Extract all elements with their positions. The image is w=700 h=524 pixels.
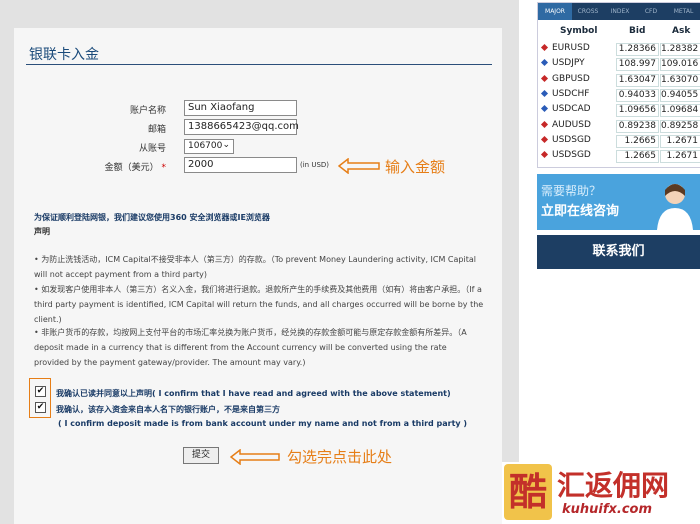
watermark-logo: 酷 汇返佣网 kuhuifx.com: [502, 462, 700, 524]
email-field[interactable]: 1388665423@qq.com: [184, 119, 299, 135]
logo-seal: 酷: [504, 464, 552, 520]
rate-row[interactable]: USDCHF 0.94033 0.94055: [538, 88, 700, 104]
confirm-statement-checkbox[interactable]: ✔: [35, 386, 46, 397]
rate-row[interactable]: AUDUSD 0.89238 0.89258: [538, 119, 700, 135]
forex-rates-widget: MAJOR CROSS INDEX CFD METAL Symbol Bid A…: [537, 2, 700, 168]
rate-symbol: EURUSD: [552, 43, 590, 53]
tab-major[interactable]: MAJOR: [538, 3, 572, 20]
disclaimer-heading: 声明: [34, 227, 50, 236]
help-question: 需要帮助？: [541, 184, 602, 198]
account-name-label: 账户名称: [129, 106, 166, 116]
price-down-icon: [540, 43, 549, 52]
email-label: 邮箱: [147, 125, 166, 135]
rate-ask: 1.28382: [660, 43, 700, 56]
from-account-value: 106700: [188, 141, 223, 151]
confirm-statement-label: 我确认已读并同意以上声明( I confirm that I have read…: [56, 389, 451, 398]
ask-header: Ask: [672, 26, 691, 36]
confirm-own-account-checkbox[interactable]: ✔: [35, 402, 46, 413]
rate-bid: 1.09656: [616, 104, 659, 118]
tab-cross[interactable]: CROSS: [572, 3, 604, 20]
rate-ask: 0.94055: [660, 88, 700, 102]
rate-bid: 108.997: [616, 58, 659, 72]
amount-unit: (in USD): [300, 161, 330, 169]
price-down-icon: [540, 135, 549, 143]
rate-row[interactable]: USDSGD 1.2665 1.2671: [538, 149, 700, 165]
rate-row[interactable]: EURUSD 1.28366 1.28382: [538, 42, 700, 58]
title-divider: [26, 64, 492, 65]
required-mark: *: [161, 163, 167, 173]
amount-field[interactable]: 2000: [184, 157, 297, 173]
rate-bid: 0.94033: [616, 88, 659, 102]
rate-symbol: USDJPY: [552, 58, 585, 69]
symbol-header: Symbol: [560, 26, 598, 36]
rate-bid: 1.63047: [616, 73, 659, 87]
rate-symbol: GBPUSD: [552, 73, 590, 84]
tab-cfd[interactable]: CFD: [636, 3, 666, 20]
browser-notice: 为保证顺利登陆网银，我们建议您使用360 安全浏览器或IE浏览器: [34, 213, 270, 222]
online-help-banner[interactable]: 需要帮助？ 立即在线咨询: [537, 174, 700, 230]
rate-row[interactable]: GBPUSD 1.63047 1.63070: [538, 73, 700, 89]
rate-symbol: AUDUSD: [552, 119, 591, 130]
rate-row[interactable]: USDCAD 1.09656 1.09684: [538, 103, 700, 119]
price-up-icon: [540, 105, 549, 113]
disclaimer-item: • 非账户货币的存款，均按网上支付平台的市场汇率兑换为账户货币，经兑换的存款金额…: [34, 328, 467, 367]
confirm-own-account-sublabel: ( I confirm deposit made is from bank ac…: [58, 419, 468, 428]
submit-annotation: 勾选完点击此处: [287, 448, 393, 466]
annotation-arrow-left-icon: [230, 449, 280, 465]
logo-domain-text: kuhuifx.com: [562, 502, 653, 517]
rate-row[interactable]: USDJPY 108.997 109.016: [538, 57, 700, 73]
price-up-icon: [540, 59, 549, 67]
disclaimer-item: • 为防止洗钱活动，ICM Capital不接受非本人（第三方）的存款。（To …: [34, 255, 476, 279]
rate-bid: 1.2665: [616, 150, 659, 164]
rate-ask: 1.63070: [660, 73, 700, 87]
rate-symbol: USDCAD: [552, 104, 591, 115]
help-consult: 立即在线咨询: [541, 204, 620, 219]
account-name-field[interactable]: Sun Xiaofang: [184, 100, 297, 116]
price-down-icon: [540, 74, 549, 82]
submit-button[interactable]: 提交: [183, 447, 219, 464]
rate-ask: 0.89258: [660, 119, 700, 133]
annotation-arrow-left-icon: [338, 158, 380, 174]
disclaimer-item: • 如发现客户使用非本人（第三方）名义入金，我们将进行退款。退款所产生的手续费及…: [34, 285, 484, 324]
rate-ask: 109.016: [660, 58, 700, 72]
price-down-icon: [540, 120, 549, 128]
price-up-icon: [540, 89, 549, 97]
rate-ask: 1.09684: [660, 104, 700, 118]
rate-bid: 0.89238: [616, 119, 659, 133]
price-down-icon: [540, 151, 549, 159]
rate-ask: 1.2671: [660, 134, 700, 148]
rate-symbol: USDSGD: [552, 150, 591, 161]
from-account-label: 从账号: [138, 144, 166, 154]
rate-bid: 1.28366: [616, 43, 659, 56]
tab-index[interactable]: INDEX: [604, 3, 636, 20]
amount-label-text: 金额（美元）: [104, 163, 159, 173]
logo-chinese-text: 汇返佣网: [557, 469, 670, 502]
amount-annotation: 输入金额: [385, 158, 446, 176]
tab-metal[interactable]: METAL: [666, 3, 700, 20]
from-account-select[interactable]: 106700 ⌄: [184, 139, 234, 154]
rate-row[interactable]: USDSGD 1.2665 1.2671: [538, 134, 700, 150]
bid-header: Bid: [629, 26, 646, 36]
confirm-own-account-label: 我确认，该存入资金来自本人名下的银行账户，不是来自第三方: [56, 405, 280, 414]
amount-label: 金额（美元） *: [86, 160, 166, 173]
support-agent-icon: [657, 184, 693, 230]
rate-symbol: USDSGD: [552, 134, 591, 145]
contact-us-button[interactable]: 联系我们: [537, 235, 700, 269]
chevron-down-icon: ⌄: [222, 140, 230, 150]
rate-ask: 1.2671: [660, 150, 700, 164]
rate-bid: 1.2665: [616, 134, 659, 148]
page-title: 银联卡入金: [29, 47, 99, 63]
rates-tab-bar: MAJOR CROSS INDEX CFD METAL: [538, 3, 700, 20]
rate-symbol: USDCHF: [552, 88, 590, 99]
